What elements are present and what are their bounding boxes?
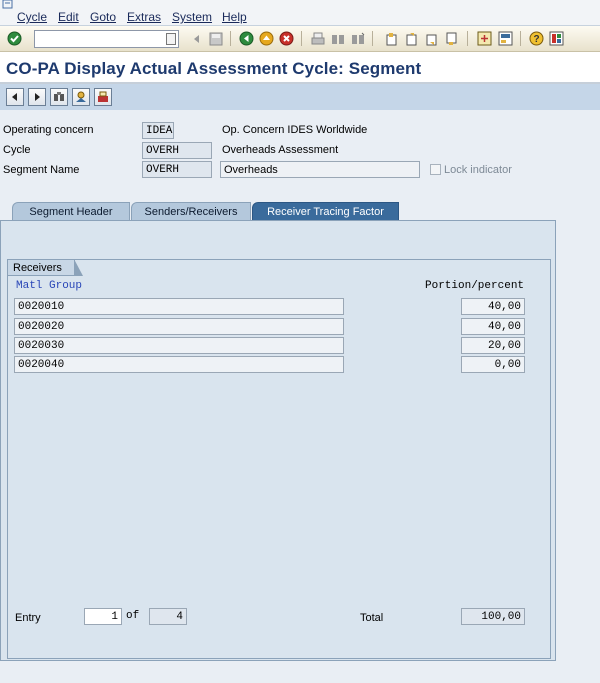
operating-concern-field[interactable]: IDEA — [142, 122, 174, 139]
total-label: Total — [360, 612, 384, 624]
cancel-icon[interactable] — [278, 30, 295, 47]
find-segment-icon[interactable] — [50, 88, 68, 106]
matl-group-cell[interactable]: 0020030 — [14, 337, 344, 354]
find-icon[interactable] — [329, 30, 346, 47]
tab-strip: Segment Header Senders/Receivers Receive… — [0, 200, 600, 220]
application-toolbar — [0, 84, 600, 110]
exit-icon[interactable] — [258, 30, 275, 47]
layout-icon[interactable] — [548, 30, 565, 47]
page-title: CO-PA Display Actual Assessment Cycle: S… — [6, 59, 422, 78]
command-field[interactable] — [34, 30, 179, 48]
receivers-group-title: Receivers — [7, 259, 83, 276]
matl-group-cell[interactable]: 0020010 — [14, 298, 344, 315]
segment-description-field[interactable]: Overheads — [220, 161, 420, 178]
of-label: of — [126, 610, 140, 622]
portion-cell[interactable]: 40,00 — [461, 318, 525, 335]
entry-label: Entry — [15, 612, 41, 624]
standard-toolbar: ? — [0, 26, 600, 52]
tab-content-panel: Receivers Matl Group Portion/percent 002… — [0, 220, 556, 661]
next-page-icon[interactable] — [423, 30, 440, 47]
portion-cell[interactable]: 40,00 — [461, 298, 525, 315]
menu-goto[interactable]: Goto — [90, 10, 116, 24]
tab-receiver-tracing-factor[interactable]: Receiver Tracing Factor — [252, 202, 399, 220]
menu-cycle[interactable]: Cycle — [17, 10, 47, 24]
enter-icon[interactable] — [6, 30, 23, 47]
menu-system[interactable]: System — [172, 10, 212, 24]
total-field: 100,00 — [461, 608, 525, 625]
menu-edit[interactable]: Edit — [58, 10, 79, 24]
cycle-description: Overheads Assessment — [222, 144, 339, 156]
lock-indicator-checkbox[interactable] — [430, 164, 441, 175]
title-bar: CO-PA Display Actual Assessment Cycle: S… — [0, 52, 600, 84]
svg-text:?: ? — [533, 34, 539, 45]
header-area: Operating concern IDEA Op. Concern IDES … — [0, 110, 600, 200]
portion-cell[interactable]: 0,00 — [461, 356, 525, 373]
print-icon[interactable] — [309, 30, 326, 47]
table-row: 0020030 20,00 — [14, 337, 525, 354]
portion-percent-column-header: Portion/percent — [425, 280, 525, 292]
tab-segment-header[interactable]: Segment Header — [12, 202, 130, 220]
tab-senders-receivers[interactable]: Senders/Receivers — [131, 202, 251, 220]
previous-segment-icon[interactable] — [6, 88, 24, 106]
matl-group-cell[interactable]: 0020020 — [14, 318, 344, 335]
next-segment-icon[interactable] — [28, 88, 46, 106]
cycle-label: Cycle — [3, 144, 31, 156]
sap-menu-icon[interactable] — [2, 0, 16, 10]
create-session-icon[interactable] — [476, 30, 493, 47]
help-icon[interactable]: ? — [528, 30, 545, 47]
table-row: 0020040 0,00 — [14, 356, 525, 373]
save-icon[interactable] — [207, 30, 224, 47]
segment-name-field[interactable]: OVERH — [142, 161, 212, 178]
status-area — [0, 661, 600, 683]
entry-count-field: 4 — [149, 608, 187, 625]
cycle-field[interactable]: OVERH — [142, 142, 212, 159]
portion-cell[interactable]: 20,00 — [461, 337, 525, 354]
back-nav-icon[interactable] — [188, 30, 205, 47]
table-row: 0020010 40,00 — [14, 298, 525, 315]
menu-bar: Cycle Edit Goto Extras System Help — [0, 0, 600, 26]
back-icon[interactable] — [238, 30, 255, 47]
operating-concern-description: Op. Concern IDES Worldwide — [222, 124, 368, 136]
menu-extras[interactable]: Extras — [127, 10, 161, 24]
find-next-icon[interactable] — [349, 30, 366, 47]
matl-group-column-header[interactable]: Matl Group — [16, 280, 82, 292]
last-page-icon[interactable] — [443, 30, 460, 47]
operating-concern-label: Operating concern — [3, 124, 94, 136]
command-history-button[interactable] — [166, 33, 176, 45]
receivers-group: Receivers Matl Group Portion/percent 002… — [7, 259, 551, 659]
entry-field[interactable]: 1 — [84, 608, 122, 625]
delete-icon[interactable] — [94, 88, 112, 106]
lock-indicator-label: Lock indicator — [444, 164, 512, 176]
matl-group-cell[interactable]: 0020040 — [14, 356, 344, 373]
segment-name-label: Segment Name — [3, 164, 80, 176]
overview-icon[interactable] — [72, 88, 90, 106]
first-page-icon[interactable] — [383, 30, 400, 47]
menu-help[interactable]: Help — [222, 10, 247, 24]
shortcut-icon[interactable] — [497, 30, 514, 47]
table-row: 0020020 40,00 — [14, 318, 525, 335]
previous-page-icon[interactable] — [403, 30, 420, 47]
